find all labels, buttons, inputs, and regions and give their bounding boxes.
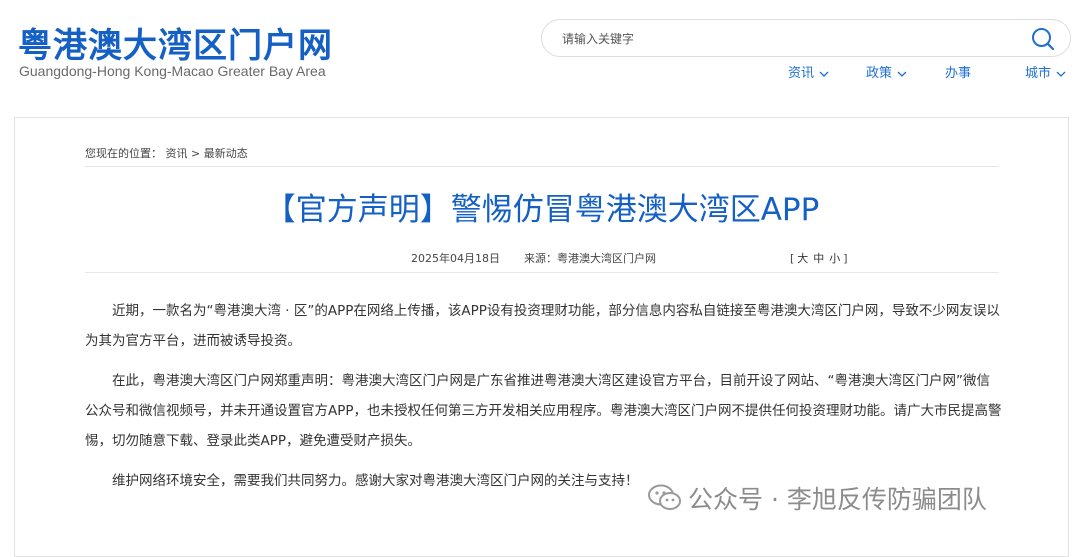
search-input[interactable]: [560, 28, 1004, 50]
breadcrumb-item-latest[interactable]: 最新动态: [204, 147, 248, 160]
font-size-small[interactable]: 小: [829, 252, 841, 265]
nav-item-cities[interactable]: 城市: [1025, 62, 1066, 81]
nav-item-label: 办事: [945, 66, 972, 81]
nav-item-news[interactable]: 资讯: [788, 62, 829, 81]
divider: [85, 166, 999, 167]
font-size-medium[interactable]: 中: [813, 252, 825, 265]
article-date: 2025年04月18日: [411, 252, 500, 265]
article-source: 来源：粤港澳大湾区门户网: [524, 252, 656, 265]
article-paragraph: 在此，粤港澳大湾区门户网郑重声明：粤港澳大湾区门户网是广东省推进粤港澳大湾区建设…: [85, 373, 1002, 449]
site-logo-title[interactable]: 粤港澳大湾区门户网: [18, 18, 333, 67]
chevron-down-icon: [819, 71, 829, 77]
breadcrumb-item-news[interactable]: 资讯: [166, 147, 188, 160]
search-box: [541, 19, 1071, 57]
chevron-down-icon: [897, 71, 907, 77]
main-nav: 资讯 政策 办事 城市: [0, 62, 1080, 82]
article-paragraph: 近期，一款名为“粤港澳大湾 · 区”的APP在网络上传播，该APP设有投资理财功…: [85, 303, 1000, 349]
article-title: 【官方声明】警惕仿冒粤港澳大湾区APP: [264, 192, 820, 228]
nav-item-services[interactable]: 办事: [945, 62, 971, 81]
nav-item-label: 政策: [866, 66, 893, 81]
breadcrumb: 您现在的位置： 资讯 > 最新动态: [85, 145, 248, 161]
wechat-icon: [648, 484, 681, 510]
search-icon[interactable]: [1030, 26, 1056, 52]
nav-item-policy[interactable]: 政策: [866, 62, 907, 81]
breadcrumb-prefix: 您现在的位置：: [85, 147, 162, 160]
divider: [85, 272, 999, 273]
nav-item-label: 资讯: [788, 66, 815, 81]
nav-item-label: 城市: [1025, 66, 1052, 81]
font-size-close-bracket: ]: [843, 252, 849, 265]
font-size-open-bracket: [: [790, 252, 796, 265]
font-size-switcher: [大中小]: [790, 250, 849, 266]
watermark-text: 公众号 · 李旭反传防骗团队: [688, 485, 987, 514]
chevron-down-icon: [1056, 71, 1066, 77]
breadcrumb-separator: >: [191, 147, 201, 160]
font-size-large[interactable]: 大: [797, 252, 809, 265]
